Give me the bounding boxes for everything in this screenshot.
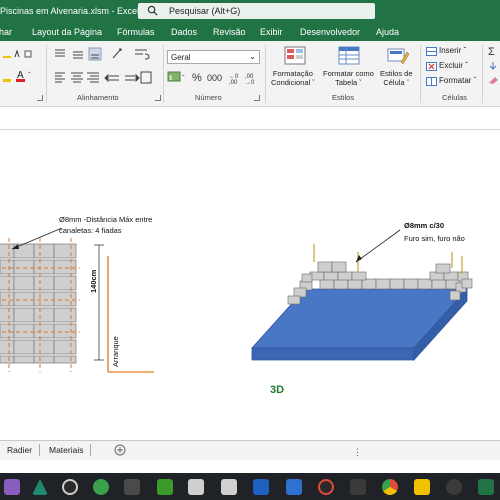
separator <box>265 45 266 103</box>
taskbar-app-icon[interactable] <box>318 479 334 495</box>
arranque-label: Arranque <box>111 336 120 367</box>
number-format-select[interactable]: Geral ⌄ <box>167 50 260 64</box>
taskbar-app-icon[interactable] <box>124 479 140 495</box>
taskbar-app-icon[interactable] <box>157 479 173 495</box>
height-label: 140cm <box>89 269 98 293</box>
clear-icon[interactable] <box>487 75 500 85</box>
drawing-canvas <box>0 227 473 373</box>
taskbar-app-icon[interactable] <box>93 479 109 495</box>
ribbon: A ˇ Alinhamento Geral ⌄ $ ˇ % 000 ←0 ,00… <box>0 41 500 107</box>
alignment-group-label: Alinhamento <box>77 93 119 102</box>
highlight-font-color-icon[interactable]: A ˇ <box>3 69 39 83</box>
format-as-table-button[interactable]: Formatar como Tabela ˇ <box>323 69 374 87</box>
alignment-icons[interactable] <box>53 46 153 91</box>
delete-cells-icon <box>426 62 437 71</box>
number-group-label: Número <box>195 93 222 102</box>
sheet-tab-materiais[interactable]: Materiais <box>49 445 83 455</box>
format-button[interactable]: Formatar ˇ <box>439 76 476 85</box>
search-icon <box>147 5 158 16</box>
cell-styles-icon <box>387 48 409 65</box>
number-format-value: Geral <box>171 53 191 62</box>
separator <box>482 45 483 103</box>
search-box[interactable]: Pesquisar (Alt+G) <box>138 3 375 19</box>
tab-developer[interactable]: Desenvolvedor <box>300 27 360 37</box>
taskbar-app-icon[interactable] <box>350 479 366 495</box>
taskbar-app-icon[interactable] <box>32 479 48 495</box>
cell-styles-button[interactable]: Estilos de Célula ˇ <box>380 69 413 87</box>
conditional-formatting-icon <box>284 46 306 65</box>
taskbar-app-icon[interactable] <box>221 479 237 495</box>
svg-text:000: 000 <box>207 73 222 83</box>
svg-text:Σ: Σ <box>488 46 495 57</box>
svg-text:,00: ,00 <box>229 80 238 85</box>
excel-icon[interactable] <box>478 479 494 495</box>
conditional-formatting-button[interactable]: Formatação Condicional ˇ <box>271 69 315 87</box>
tab-divider <box>39 444 40 456</box>
delete-button[interactable]: Excluir ˇ <box>439 61 468 70</box>
chevron-down-icon: ⌄ <box>249 52 256 61</box>
svg-text:→0: →0 <box>245 80 255 85</box>
chrome-icon[interactable] <box>382 479 398 495</box>
sheet-tab-radier[interactable]: Radier <box>7 445 32 455</box>
svg-text:%: % <box>192 72 202 84</box>
taskbar-app-icon[interactable] <box>188 479 204 495</box>
taskbar-app-icon[interactable] <box>446 479 462 495</box>
font-color-icons <box>3 49 32 58</box>
format-cells-icon <box>426 77 437 86</box>
insert-cells-icon <box>426 47 437 56</box>
window-title: Piscinas em Alvenaria.xlsm - Excel <box>0 6 140 16</box>
insert-button[interactable]: Inserir ˇ <box>439 46 466 55</box>
tab-formulas[interactable]: Fórmulas <box>117 27 155 37</box>
taskbar-app-icon[interactable] <box>253 479 269 495</box>
tab-page-layout[interactable]: Layout da Página <box>32 27 102 37</box>
svg-text:ˇ: ˇ <box>28 71 31 80</box>
pool-3d-drawing <box>251 229 473 362</box>
note-rebar-spacing-line-1: Ø8mm -Distância Máx entre <box>59 215 153 224</box>
tab-help[interactable]: Ajuda <box>376 27 399 37</box>
tab-page-insert[interactable]: har <box>0 27 12 37</box>
format-as-table-icon <box>338 46 360 65</box>
sheet-tabs-bar: Radier Materiais ⋮ <box>0 440 500 460</box>
note-rebar-3d-line-1: Ø8mm c/30 <box>404 221 445 230</box>
alignment-group-launcher[interactable] <box>155 95 161 101</box>
excel-window: Piscinas em Alvenaria.xlsm - Excel Pesqu… <box>0 0 500 500</box>
brick-wall-elevation <box>0 227 80 372</box>
tab-divider <box>90 444 91 456</box>
tab-scroll-dots-icon[interactable]: ⋮ <box>353 447 362 458</box>
label-3d: 3D <box>270 384 285 396</box>
fill-icon[interactable] <box>487 61 500 71</box>
tab-view[interactable]: Exibir <box>260 27 283 37</box>
font-group-launcher[interactable] <box>37 95 43 101</box>
add-sheet-icon[interactable] <box>114 444 126 456</box>
separator <box>163 45 164 103</box>
tab-data[interactable]: Dados <box>171 27 197 37</box>
formula-bar[interactable] <box>0 108 500 130</box>
folder-icon[interactable] <box>414 479 430 495</box>
sum-icon[interactable]: Σ <box>487 45 500 57</box>
ribbon-tabs: har Layout da Página Fórmulas Dados Revi… <box>0 23 500 41</box>
taskbar-app-icon[interactable] <box>286 479 302 495</box>
taskbar <box>0 473 500 500</box>
svg-text:ˇ: ˇ <box>182 74 185 83</box>
number-format-icons[interactable]: $ ˇ % 000 ←0 ,00 ,00 →0 <box>167 69 262 85</box>
separator <box>46 45 47 103</box>
note-rebar-spacing-line-2: canaletas: 4 fiadas <box>59 226 122 235</box>
number-group-launcher[interactable] <box>254 95 260 101</box>
cells-group-label: Células <box>442 93 468 102</box>
separator <box>420 45 421 103</box>
starter-rebar-detail <box>94 244 154 373</box>
taskbar-app-icon[interactable] <box>62 479 78 495</box>
search-placeholder: Pesquisar (Alt+G) <box>169 6 241 16</box>
note-rebar-3d-line-2: Furo sim, furo não <box>404 234 465 243</box>
tab-review[interactable]: Revisão <box>213 27 246 37</box>
styles-group-label: Estilos <box>332 93 355 102</box>
title-bar: Piscinas em Alvenaria.xlsm - Excel Pesqu… <box>0 0 500 23</box>
worksheet[interactable]: Ø8mm -Distância Máx entre canaletas: 4 f… <box>0 131 500 440</box>
taskbar-app-icon[interactable] <box>4 479 20 495</box>
